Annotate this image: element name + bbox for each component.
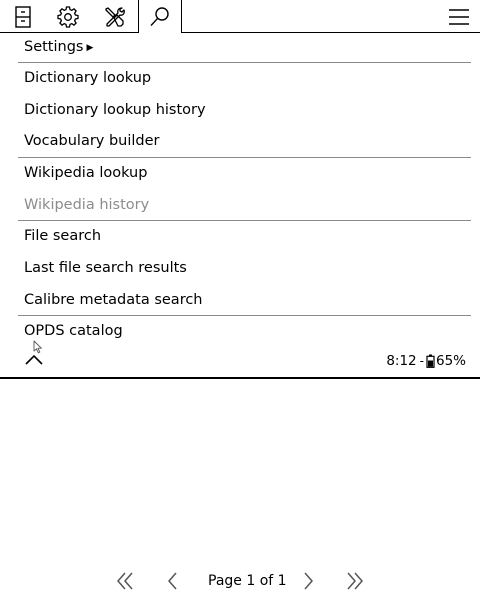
tools-icon [105,6,125,27]
battery-percentage: 65% [435,353,466,369]
pagination-bar: Page 1 of 1 [0,566,480,596]
menu-item-vocabulary-builder[interactable]: Vocabulary builder [24,131,160,151]
menu-item-calibre-metadata-search[interactable]: Calibre metadata search [24,290,203,310]
page-indicator[interactable]: Page 1 of 1 [208,572,287,590]
status-separator: - [419,354,424,368]
tab-tools[interactable] [99,0,129,33]
mouse-cursor-icon [33,340,42,354]
menu-item-last-file-search-results[interactable]: Last file search results [24,258,187,278]
menu-separator [18,62,471,63]
first-page-icon[interactable] [115,572,135,590]
tab-file-browser[interactable] [8,0,38,33]
tab-underline-right [181,32,480,33]
menu-separator [18,220,471,221]
tab-search[interactable] [138,0,182,33]
search-icon [150,6,169,26]
menu-item-wikipedia-lookup[interactable]: Wikipedia lookup [24,163,147,183]
menu-item-label: Settings [24,39,84,55]
tab-underline-left [0,32,139,33]
submenu-arrow-icon: ▶ [86,43,94,53]
menu-bottom-border [0,377,480,379]
tab-settings[interactable] [53,0,83,33]
menu-separator [18,315,471,316]
tab-bar [0,0,480,33]
menu-item-settings[interactable]: Settings ▶ [24,37,93,57]
last-page-icon[interactable] [345,572,365,590]
menu-item-opds-catalog[interactable]: OPDS catalog [24,321,123,341]
hamburger-menu-icon [449,8,469,25]
clock-text: 8:12 [386,353,417,369]
menu-item-dictionary-lookup-history[interactable]: Dictionary lookup history [24,100,206,120]
chevron-up-icon[interactable] [24,352,44,366]
menu-item-wikipedia-history: Wikipedia history [24,197,150,213]
menu-item-dictionary-lookup[interactable]: Dictionary lookup [24,68,151,88]
gear-icon [57,5,79,28]
previous-page-icon[interactable] [163,572,183,590]
menu-item-file-search[interactable]: File search [24,226,101,246]
next-page-icon[interactable] [298,572,318,590]
menu-separator [18,157,471,158]
battery-icon [426,354,435,368]
status-bar: 8:12 - 65% [386,352,466,370]
file-cabinet-icon [15,5,31,28]
main-menu-button[interactable] [444,0,474,33]
